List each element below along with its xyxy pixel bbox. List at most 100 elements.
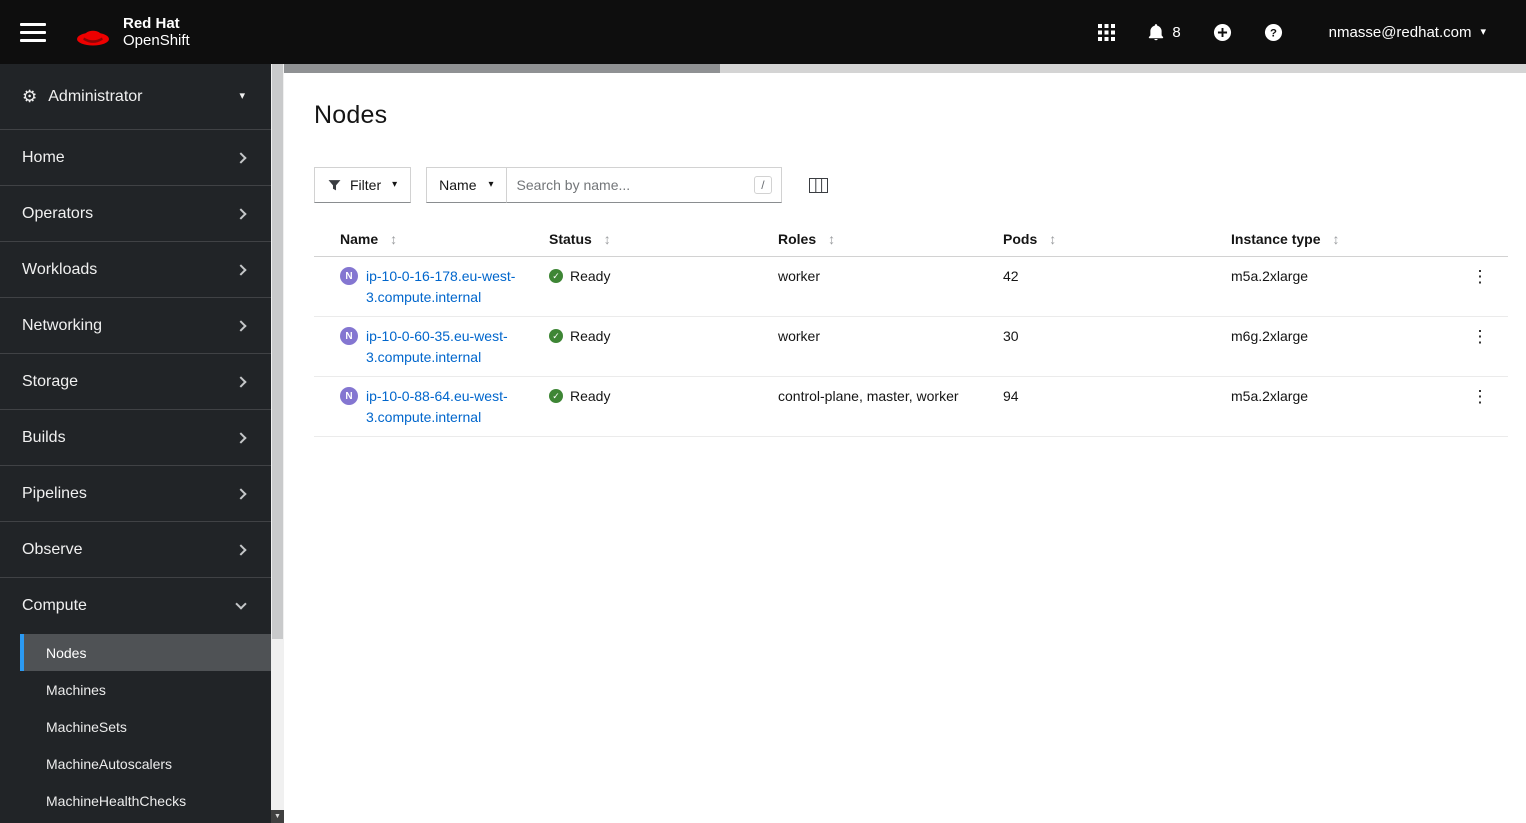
search-attribute-dropdown[interactable]: Name ▾ — [426, 167, 507, 203]
sidebar-item-machinehealthchecks[interactable]: MachineHealthChecks — [20, 782, 271, 819]
user-menu[interactable]: nmasse@redhat.com ▾ — [1329, 24, 1486, 41]
gear-icon: ⚙ — [22, 86, 38, 106]
instance-type-cell: m5a.2xlarge — [1215, 256, 1460, 317]
sidebar-item-machinesets[interactable]: MachineSets — [20, 708, 271, 745]
node-resource-badge: N — [340, 267, 358, 285]
scroll-down-icon: ▼ — [274, 813, 281, 820]
masthead: Red Hat OpenShift 8 ? nmasse@redhat.com … — [0, 0, 1526, 64]
node-link[interactable]: ip-10-0-16-178.eu-west-3.compute.interna… — [366, 266, 517, 308]
caret-down-icon: ▾ — [392, 179, 398, 190]
sort-icon[interactable]: ↕ — [1049, 231, 1056, 247]
sort-icon[interactable]: ↕ — [828, 231, 835, 247]
sidebar-item-machineautoscalers[interactable]: MachineAutoscalers — [20, 745, 271, 782]
columns-icon — [808, 177, 828, 193]
scrollbar-thumb[interactable] — [272, 64, 283, 639]
status-text: Ready — [570, 388, 611, 404]
sidebar-item-compute[interactable]: Compute — [0, 578, 271, 634]
kebab-menu-button[interactable]: ⋮ — [1466, 326, 1495, 347]
sidebar-item-operators[interactable]: Operators — [0, 186, 271, 242]
brand-line2: OpenShift — [123, 32, 190, 49]
column-header-status: Status — [549, 231, 592, 247]
status-ready-icon: ✓ — [549, 269, 563, 283]
status-text: Ready — [570, 268, 611, 284]
sidebar-item-builds[interactable]: Builds — [0, 410, 271, 466]
chevron-right-icon — [235, 207, 247, 220]
search-input[interactable] — [516, 177, 755, 193]
question-circle-icon: ? — [1264, 23, 1282, 41]
node-link[interactable]: ip-10-0-88-64.eu-west-3.compute.internal — [366, 386, 517, 428]
plus-circle-icon — [1213, 23, 1231, 41]
node-link[interactable]: ip-10-0-60-35.eu-west-3.compute.internal — [366, 326, 517, 368]
pods-cell: 94 — [987, 376, 1215, 437]
perspective-label: Administrator — [48, 87, 143, 105]
apps-grid-icon — [1098, 23, 1116, 41]
filter-dropdown[interactable]: Filter ▾ — [314, 167, 412, 203]
column-header-actions — [1460, 222, 1508, 257]
table-row: N ip-10-0-60-35.eu-west-3.compute.intern… — [314, 316, 1508, 377]
node-resource-badge: N — [340, 327, 358, 345]
instance-type-cell: m5a.2xlarge — [1215, 376, 1460, 437]
compute-subnav: Nodes Machines MachineSets MachineAutosc… — [0, 634, 271, 819]
caret-down-icon: ▾ — [239, 90, 245, 102]
chevron-right-icon — [235, 375, 247, 388]
chevron-right-icon — [235, 543, 247, 556]
status-ready-icon: ✓ — [549, 329, 563, 343]
quick-create-button[interactable] — [1213, 23, 1232, 42]
sidebar-item-networking[interactable]: Networking — [0, 298, 271, 354]
scroll-down-button[interactable]: ▼ — [271, 810, 284, 823]
chevron-right-icon — [235, 431, 247, 444]
kebab-menu-button[interactable]: ⋮ — [1466, 266, 1495, 287]
roles-cell: worker — [762, 256, 987, 317]
nav-toggle-button[interactable] — [20, 19, 46, 46]
chevron-right-icon — [235, 319, 247, 332]
main-content: Nodes Filter ▾ Name ▾ / — [284, 64, 1526, 823]
table-header-row: Name ↕ Status ↕ Roles ↕ Pods ↕ Instance type… — [314, 222, 1508, 257]
perspective-switcher[interactable]: ⚙ Administrator ▾ — [0, 64, 271, 130]
status-ready-icon: ✓ — [549, 389, 563, 403]
sidebar-scrollbar[interactable]: ▼ — [271, 64, 284, 823]
horizontal-scrollbar-thumb[interactable] — [284, 64, 720, 73]
hamburger-icon — [20, 22, 46, 26]
filter-icon — [328, 179, 341, 190]
help-button[interactable]: ? — [1264, 23, 1283, 42]
nodes-table: Name ↕ Status ↕ Roles ↕ Pods ↕ Instance type… — [314, 222, 1508, 437]
sidebar-item-nodes[interactable]: Nodes — [20, 634, 271, 671]
redhat-logo-icon — [77, 30, 109, 45]
kebab-menu-button[interactable]: ⋮ — [1466, 386, 1495, 407]
sidebar-item-storage[interactable]: Storage — [0, 354, 271, 410]
search-box: / — [505, 167, 782, 203]
pods-cell: 42 — [987, 256, 1215, 317]
roles-cell: worker — [762, 316, 987, 377]
chevron-right-icon — [235, 263, 247, 276]
search-group: Name ▾ / — [426, 167, 782, 203]
sidebar-item-workloads[interactable]: Workloads — [0, 242, 271, 298]
sidebar-item-machines[interactable]: Machines — [20, 671, 271, 708]
sort-icon[interactable]: ↕ — [1332, 231, 1339, 247]
svg-text:?: ? — [1270, 27, 1277, 39]
sidebar-nav-list: Home Operators Workloads Networking Stor… — [0, 130, 271, 634]
manage-columns-button[interactable] — [808, 177, 828, 193]
column-header-name: Name — [340, 231, 379, 247]
sort-icon[interactable]: ↕ — [390, 231, 397, 247]
column-header-roles: Roles — [778, 231, 817, 247]
caret-down-icon: ▾ — [1480, 25, 1486, 38]
notifications-button[interactable]: 8 — [1147, 23, 1181, 41]
app-shell: ⚙ Administrator ▾ Home Operators Workloa… — [0, 64, 1526, 823]
masthead-toolbar: 8 ? nmasse@redhat.com ▾ — [1098, 23, 1486, 42]
instance-type-cell: m6g.2xlarge — [1215, 316, 1460, 377]
sidebar-item-observe[interactable]: Observe — [0, 522, 271, 578]
horizontal-scrollbar[interactable] — [284, 64, 1526, 73]
table-row: N ip-10-0-88-64.eu-west-3.compute.intern… — [314, 376, 1508, 437]
chevron-right-icon — [235, 487, 247, 500]
notification-count: 8 — [1172, 23, 1181, 41]
table-row: N ip-10-0-16-178.eu-west-3.compute.inter… — [314, 256, 1508, 317]
chevron-down-icon — [235, 598, 247, 610]
status-text: Ready — [570, 328, 611, 344]
sidebar-item-pipelines[interactable]: Pipelines — [0, 466, 271, 522]
sidebar-nav: ⚙ Administrator ▾ Home Operators Workloa… — [0, 64, 271, 823]
user-name: nmasse@redhat.com — [1328, 23, 1472, 41]
keyboard-shortcut-hint: / — [754, 176, 772, 194]
app-launcher-button[interactable] — [1098, 23, 1116, 41]
sort-icon[interactable]: ↕ — [604, 231, 611, 247]
sidebar-item-home[interactable]: Home — [0, 130, 271, 186]
